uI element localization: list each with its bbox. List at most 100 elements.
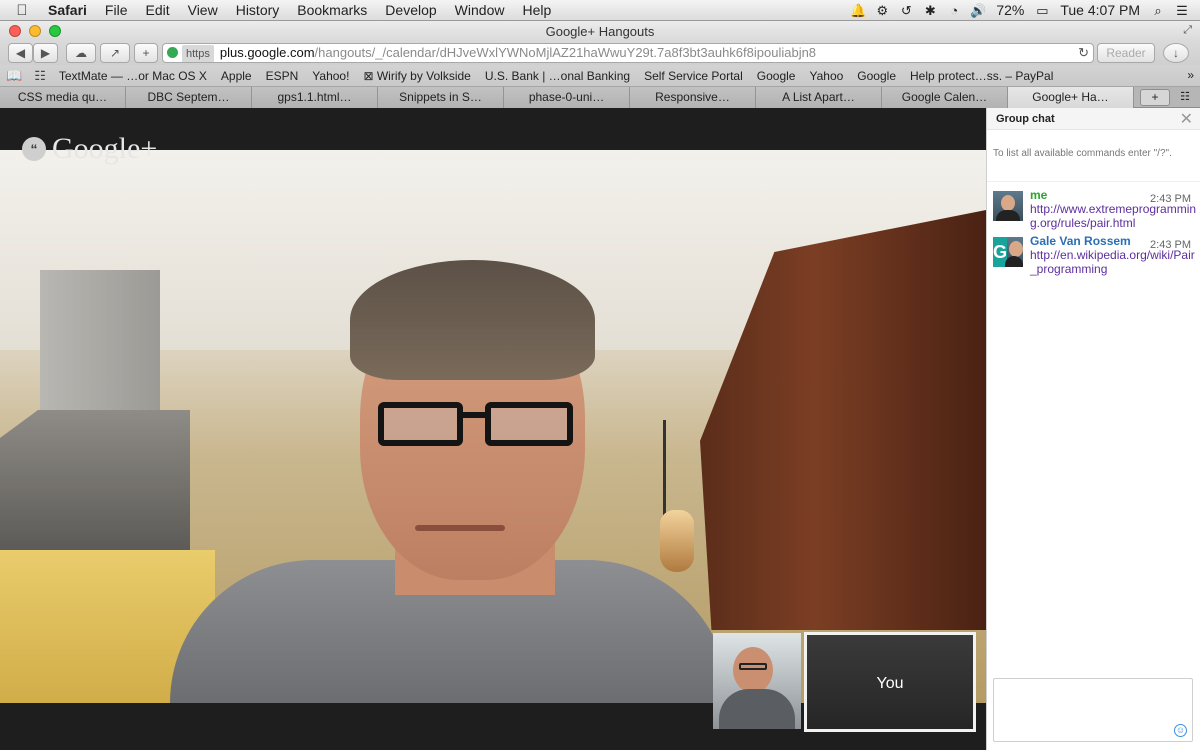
forward-button[interactable]: ▶: [33, 43, 58, 63]
menu-view[interactable]: View: [179, 0, 227, 21]
hangout-stage: “ Google+ HD You: [0, 108, 986, 750]
self-view-thumbnail[interactable]: You: [804, 632, 976, 732]
notification-bell-icon[interactable]: 🔔: [846, 0, 870, 21]
bookmark-item[interactable]: Yahoo!: [305, 69, 356, 83]
message-time: 2:43 PM: [1150, 193, 1191, 205]
range-hood-base: [0, 410, 190, 550]
menu-edit[interactable]: Edit: [136, 0, 178, 21]
browser-toolbar: ◀ ▶ ☁ ↗ + https plus.google.com/hangouts/…: [0, 41, 1200, 65]
add-tab-icon[interactable]: +: [1140, 89, 1170, 106]
back-button[interactable]: ◀: [8, 43, 33, 63]
person-hair: [350, 260, 595, 380]
bookmark-item[interactable]: Self Service Portal: [637, 69, 750, 83]
menu-app-safari[interactable]: Safari: [44, 0, 96, 21]
bookmarks-bar: 📖 ☷ TextMate — …or Mac OS X Apple ESPN Y…: [0, 65, 1200, 87]
message-link[interactable]: http://www.extremeprogramming.org/rules/…: [1030, 202, 1200, 230]
download-icon: ↓: [1173, 46, 1179, 60]
share-button[interactable]: ↗: [100, 43, 130, 63]
self-view-label: You: [876, 675, 904, 692]
address-bar[interactable]: https plus.google.com/hangouts/_/calendar…: [162, 43, 1094, 63]
browser-tab[interactable]: DBC Septem…: [126, 87, 252, 108]
avatar: G: [993, 237, 1023, 267]
hangouts-quote-icon: “: [22, 137, 46, 161]
participant-shirt: [719, 689, 795, 729]
glasses-bridge: [461, 412, 487, 418]
reload-icon[interactable]: ↻: [1078, 44, 1089, 62]
reading-list-icon[interactable]: 📖: [0, 68, 28, 84]
glasses-right-lens: [485, 402, 573, 446]
menu-file[interactable]: File: [96, 0, 137, 21]
pendant-lamp: [660, 510, 694, 572]
share-icon: ↗: [109, 46, 121, 60]
bookmark-item[interactable]: Yahoo: [802, 69, 850, 83]
wifi-icon[interactable]: ◔: [942, 0, 966, 21]
participant-thumbnail[interactable]: [713, 633, 801, 729]
browser-tab[interactable]: Google Calen…: [882, 87, 1008, 108]
tab-overview-icon[interactable]: ☷: [1172, 87, 1198, 107]
glasses-left-lens: [378, 402, 463, 446]
time-machine-icon[interactable]: ↺: [894, 0, 918, 21]
participant-glasses: [739, 663, 767, 670]
close-icon[interactable]: ✕: [1180, 109, 1193, 129]
reader-button[interactable]: Reader: [1097, 43, 1155, 63]
notification-center-icon[interactable]: ☰: [1170, 0, 1194, 21]
window-title: Google+ Hangouts: [545, 24, 655, 39]
emoji-icon[interactable]: ☺: [1174, 724, 1187, 737]
message-time: 2:43 PM: [1150, 239, 1191, 251]
tab-bar: CSS media qu… DBC Septem… gps1.1.html… S…: [0, 87, 1200, 108]
group-chat-panel: Group chat ✕ To list all available comma…: [986, 108, 1200, 750]
person-mouth: [415, 525, 505, 531]
bookmark-item[interactable]: Apple: [214, 69, 259, 83]
browser-tab[interactable]: Responsive…: [630, 87, 756, 108]
bookmark-item[interactable]: Google: [750, 69, 803, 83]
menu-help[interactable]: Help: [513, 0, 560, 21]
browser-tab-active[interactable]: Google+ Ha…: [1008, 87, 1134, 108]
bookmarks-overflow-icon[interactable]: »: [1187, 68, 1194, 82]
clock[interactable]: Tue 4:07 PM: [1054, 0, 1146, 21]
volume-icon[interactable]: 🔊: [966, 0, 990, 21]
chat-input[interactable]: ☺: [993, 678, 1193, 742]
url-path: /hangouts/_/calendar/dHJveWxlYWNoMjlAZ21…: [314, 45, 817, 60]
browser-tab[interactable]: gps1.1.html…: [252, 87, 378, 108]
secure-lock-icon: [167, 47, 178, 58]
apple-logo-icon[interactable]: : [0, 2, 44, 19]
icloud-tabs-button[interactable]: ☁: [66, 43, 96, 63]
bookmark-item[interactable]: ⊠ Wirify by Volkside: [356, 69, 477, 83]
spotlight-search-icon[interactable]: ⌕: [1146, 0, 1170, 21]
battery-icon[interactable]: ▭: [1030, 0, 1054, 21]
avatar: [993, 191, 1023, 221]
bookmark-item[interactable]: Google: [850, 69, 903, 83]
fullscreen-icon[interactable]: ⤢: [1183, 24, 1192, 37]
window-titlebar: Google+ Hangouts ⤢: [0, 21, 1200, 41]
new-tab-button[interactable]: +: [134, 43, 158, 63]
forward-arrow-icon: ▶: [40, 46, 51, 60]
bookmark-item[interactable]: Help protect…ss. – PayPal: [903, 69, 1060, 83]
browser-tab[interactable]: phase-0-uni…: [504, 87, 630, 108]
google-plus-wordmark: Google+: [52, 132, 158, 165]
cloud-icon: ☁: [75, 46, 87, 60]
url-host: plus.google.com: [219, 45, 315, 60]
bookmark-item[interactable]: U.S. Bank | …onal Banking: [478, 69, 637, 83]
top-sites-grid-icon[interactable]: ☷: [28, 68, 52, 84]
browser-tab[interactable]: A List Apart…: [756, 87, 882, 108]
chat-header: Group chat ✕: [987, 108, 1200, 130]
chat-title: Group chat: [996, 113, 1055, 125]
menu-develop[interactable]: Develop: [376, 0, 445, 21]
participant-face: [733, 647, 773, 693]
menu-window[interactable]: Window: [446, 0, 514, 21]
app-status-icon[interactable]: ⚙: [870, 0, 894, 21]
bookmark-item[interactable]: ESPN: [259, 69, 306, 83]
chat-message: G Gale Van Rossem 2:43 PM http://en.wiki…: [987, 234, 1200, 280]
browser-tab[interactable]: CSS media qu…: [0, 87, 126, 108]
chat-message: me 2:43 PM http://www.extremeprogramming…: [987, 188, 1200, 234]
main-video-feed: [0, 150, 986, 703]
message-link[interactable]: http://en.wikipedia.org/wiki/Pair_progra…: [1030, 248, 1200, 276]
menu-history[interactable]: History: [227, 0, 289, 21]
menu-bookmarks[interactable]: Bookmarks: [288, 0, 376, 21]
browser-tab[interactable]: Snippets in S…: [378, 87, 504, 108]
google-plus-logo: “ Google+: [22, 132, 157, 166]
battery-percent[interactable]: 72%: [990, 0, 1030, 21]
downloads-button[interactable]: ↓: [1163, 43, 1189, 63]
bluetooth-icon[interactable]: ✱: [918, 0, 942, 21]
bookmark-item[interactable]: TextMate — …or Mac OS X: [52, 69, 214, 83]
